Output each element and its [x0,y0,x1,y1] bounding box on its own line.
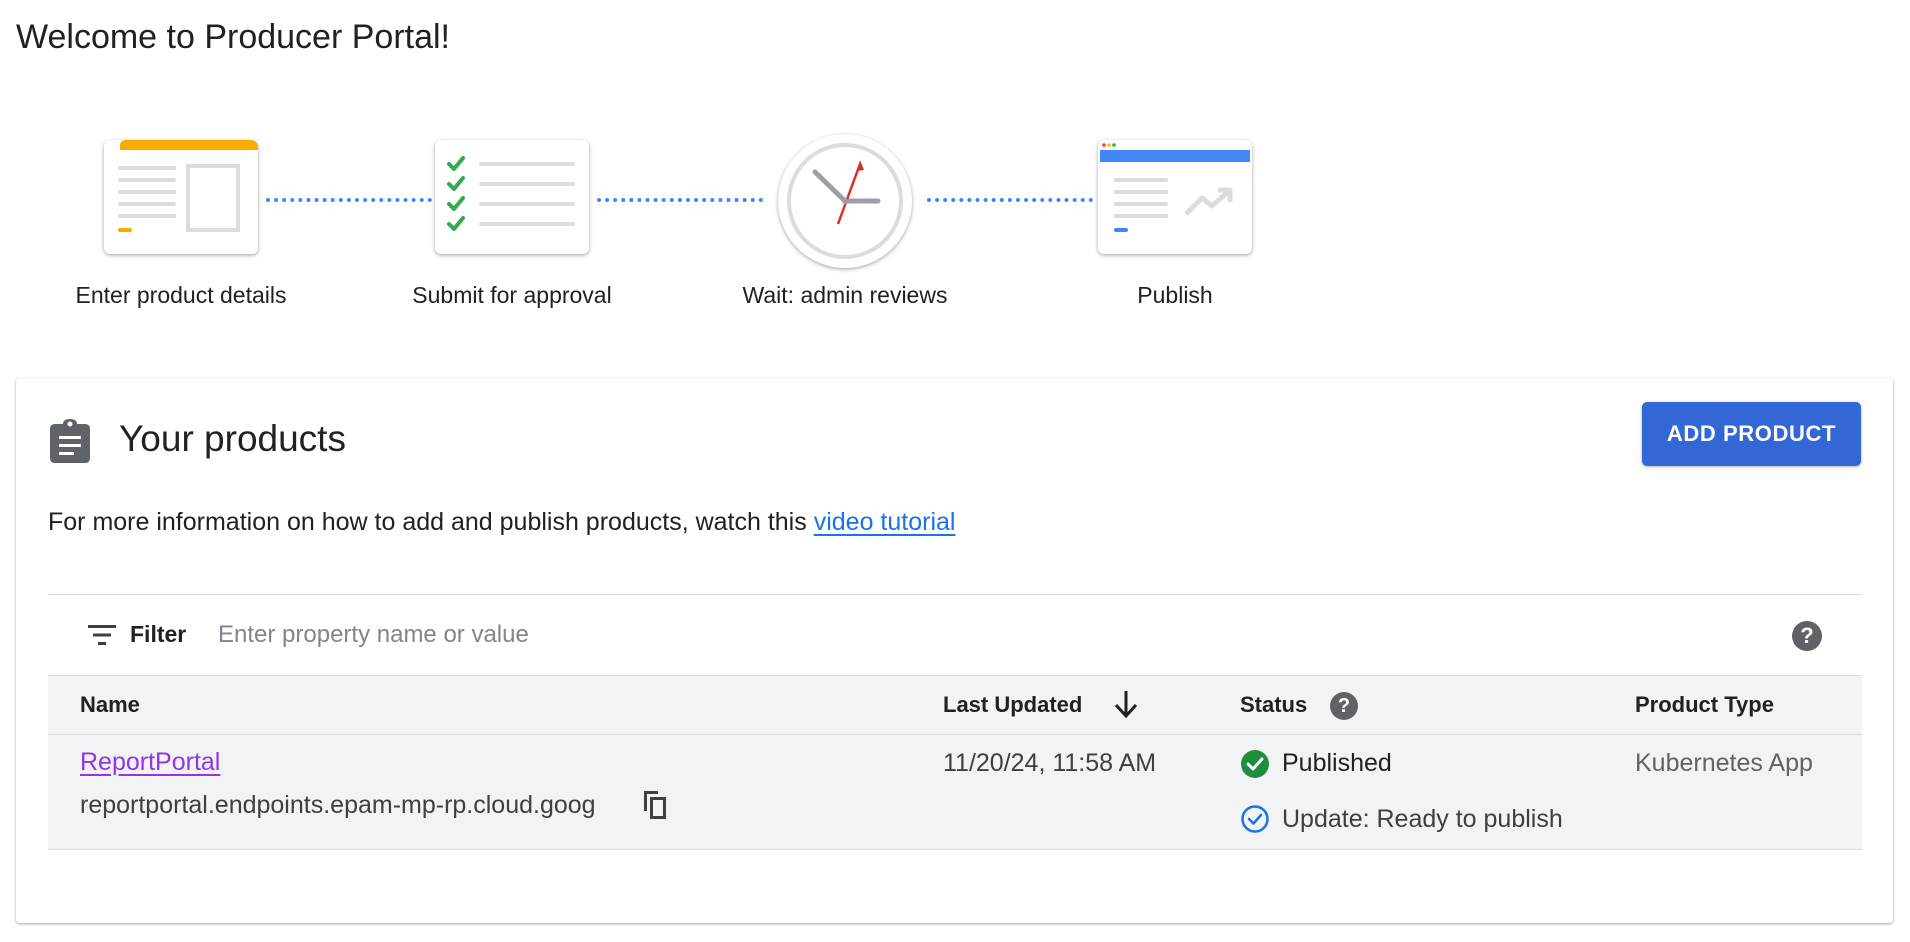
info-text-body: For more information on how to add and p… [48,508,807,536]
video-tutorial-link[interactable]: video tutorial [814,508,956,536]
product-endpoint: reportportal.endpoints.epam-mp-rp.cloud.… [80,791,596,819]
column-header-name[interactable]: Name [80,692,140,718]
step-label: Submit for approval [412,282,612,308]
table-row: ReportPortal reportportal.endpoints.epam… [48,735,1862,850]
table-header: Name Last Updated Status ? Product Type [48,676,1862,735]
filter-bar: Filter ? [48,594,1862,676]
last-updated-value: 11/20/24, 11:58 AM [943,749,1157,777]
product-name-link[interactable]: ReportPortal [80,748,220,777]
column-header-last-updated[interactable]: Last Updated [943,692,1082,718]
clock-icon [787,143,903,259]
page-title: Welcome to Producer Portal! [16,18,450,56]
check-circle-icon [1241,750,1269,778]
copy-icon[interactable] [640,789,670,821]
publish-browser-chart-icon [1100,143,1250,232]
step-connector [927,198,1093,202]
products-panel: Your products ADD PRODUCT For more infor… [16,378,1893,923]
products-table: Filter ? Name Last Updated Status ? Prod… [48,594,1862,850]
step-publish-card [1098,140,1252,254]
status-help-icon[interactable]: ? [1330,692,1358,720]
step-label: Enter product details [75,282,287,308]
step-label: Publish [1137,282,1213,308]
step-connector [597,198,763,202]
step-label: Wait: admin reviews [742,282,948,308]
filter-input[interactable] [216,613,1660,657]
product-type-value: Kubernetes App [1635,749,1813,777]
status-update: Update: Ready to publish [1282,805,1563,833]
help-icon[interactable]: ? [1792,621,1822,651]
add-product-button[interactable]: ADD PRODUCT [1641,402,1861,466]
column-header-status[interactable]: Status [1240,692,1307,718]
products-title: Your products [119,418,346,459]
step-enter-details-card [104,140,258,254]
column-header-product-type[interactable]: Product Type [1635,692,1774,718]
status-published: Published [1282,749,1392,777]
step-wait-card [778,134,912,268]
filter-icon [88,625,116,645]
arrow-down-icon[interactable] [1113,689,1139,719]
onboarding-steps: Enter product details Submit for approva… [0,130,1300,330]
approval-checklist-icon [447,156,575,231]
step-connector [266,198,432,202]
info-text: For more information on how to add and p… [48,508,955,537]
step-submit-card [435,140,589,254]
check-circle-outline-icon [1241,805,1269,833]
clipboard-icon [50,419,90,463]
filter-label: Filter [130,621,187,647]
product-details-form-icon [118,140,258,232]
